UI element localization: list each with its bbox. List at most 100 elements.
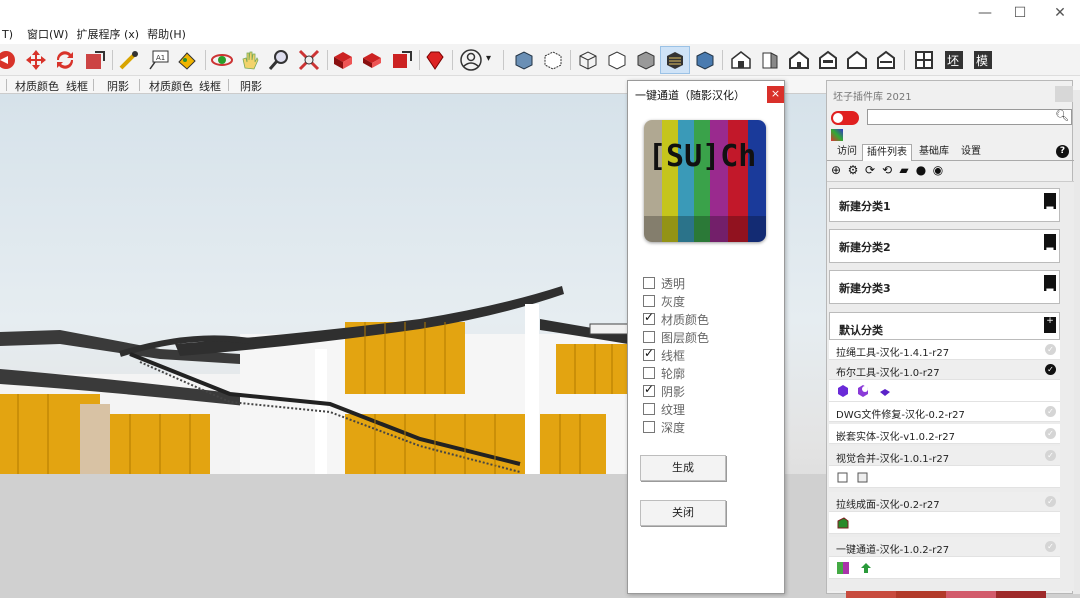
plugin-status-icon[interactable]: ✓	[1045, 406, 1056, 417]
plugin-item[interactable]: DWG文件修复-汉化-0.2-r27 ✓	[829, 402, 1060, 422]
plugin-search-input[interactable]: 🔍︎	[867, 109, 1072, 125]
top-view-icon[interactable]	[758, 48, 782, 72]
hidden-line-style-icon[interactable]	[605, 48, 629, 72]
account-dropdown-arrow-icon[interactable]: ▾	[486, 53, 491, 64]
move-icon[interactable]	[24, 48, 48, 72]
plugin-item[interactable]: 拉线成面-汉化-0.2-r27 ✓	[829, 492, 1060, 512]
close-button[interactable]: 关闭	[640, 500, 726, 526]
help-icon[interactable]: ?	[1056, 145, 1069, 158]
option-checkbox[interactable]	[643, 346, 655, 361]
option-depth[interactable]: 深度	[643, 419, 685, 435]
plugin-status-icon[interactable]: ✓	[1045, 541, 1056, 552]
tab-base-library[interactable]: 基础库	[915, 144, 953, 161]
option-checkbox[interactable]	[643, 277, 655, 289]
green-arrow-icon[interactable]	[859, 561, 873, 575]
panel-scrollbar[interactable]	[1073, 90, 1080, 594]
zoom-icon[interactable]	[267, 48, 291, 72]
account-icon[interactable]	[459, 48, 483, 72]
orbit-icon[interactable]	[210, 48, 234, 72]
tab-plugin-list[interactable]: 插件列表	[862, 144, 912, 161]
menu-window[interactable]: 窗口(W)	[25, 26, 74, 44]
back-view-icon[interactable]	[845, 48, 869, 72]
xray-style-icon[interactable]	[512, 48, 536, 72]
warehouse-icon[interactable]	[331, 48, 355, 72]
visual-merge-icon[interactable]	[836, 470, 850, 484]
shaded-with-textures-icon[interactable]	[663, 48, 687, 72]
close-window-button[interactable]: ✕	[1045, 4, 1075, 22]
follow-me-icon[interactable]	[0, 48, 18, 72]
plugin-status-icon[interactable]: ✓	[1045, 450, 1056, 461]
option-checkbox[interactable]	[643, 295, 655, 307]
option-checkbox[interactable]	[643, 403, 655, 415]
generate-button[interactable]: 生成	[640, 455, 726, 481]
option-grayscale[interactable]: 灰度	[643, 293, 685, 309]
folder-icon[interactable]: ▰	[897, 163, 911, 177]
shaded-style-icon[interactable]	[634, 48, 658, 72]
plugin-item[interactable]: 嵌套实体-汉化-v1.0.2-r27 ✓	[829, 424, 1060, 444]
plugin-item[interactable]: 布尔工具-汉化-1.0-r27 ✓	[829, 360, 1060, 380]
left-view-icon[interactable]	[874, 48, 898, 72]
plugin-item[interactable]: 一键通道-汉化-1.0.2-r27 ✓	[829, 537, 1060, 557]
info-icon[interactable]: ◉	[931, 163, 945, 177]
menu-tools[interactable]: T)	[0, 26, 19, 44]
install-icon[interactable]: ⟲	[880, 163, 894, 177]
option-profile[interactable]: 轮廓	[643, 365, 685, 381]
plugin-toggle-switch[interactable]	[831, 111, 859, 125]
scale-icon[interactable]	[83, 48, 107, 72]
tab-settings[interactable]: 设置	[957, 144, 985, 161]
color-theme-icon[interactable]	[831, 129, 843, 141]
text-label-icon[interactable]: A1	[147, 48, 171, 72]
pan-hand-icon[interactable]	[238, 48, 262, 72]
option-wireframe[interactable]: 线框	[643, 346, 685, 363]
plugin-status-icon[interactable]: ✓	[1045, 344, 1056, 355]
plugin-status-icon[interactable]: ✓	[1045, 364, 1056, 375]
option-layer-color[interactable]: 图层颜色	[643, 329, 709, 345]
refresh-icon[interactable]: ⟳	[863, 163, 877, 177]
plugin-status-icon[interactable]: ✓	[1045, 496, 1056, 507]
pizi-plugin-icon[interactable]: 坯	[942, 48, 966, 72]
plugin-item[interactable]: 视觉合并-汉化-1.0.1-r27 ✓	[829, 446, 1060, 466]
download-icon[interactable]: ●	[914, 163, 928, 177]
menu-extensions[interactable]: 扩展程序 (x)	[74, 26, 145, 44]
boolean-subtract-icon[interactable]	[856, 384, 870, 398]
share-component-icon[interactable]	[390, 48, 414, 72]
tape-measure-icon[interactable]	[117, 48, 141, 72]
monochrome-style-icon[interactable]	[693, 48, 717, 72]
option-checkbox[interactable]	[643, 331, 655, 343]
category-new-1[interactable]: 新建分类1 ▔ ▂	[829, 188, 1060, 222]
search-icon[interactable]: 🔍︎	[1055, 109, 1069, 122]
share-model-icon[interactable]	[360, 48, 384, 72]
maximize-button[interactable]: ☐	[1005, 4, 1035, 22]
option-checkbox[interactable]	[643, 421, 655, 433]
plugin-status-icon[interactable]: ✓	[1045, 428, 1056, 439]
boolean-intersect-icon[interactable]	[878, 384, 892, 398]
zoom-extents-icon[interactable]	[297, 48, 321, 72]
boolean-union-icon[interactable]	[836, 384, 850, 398]
option-material-color[interactable]: 材质颜色	[643, 310, 709, 327]
option-texture[interactable]: 纹理	[643, 401, 685, 417]
option-checkbox[interactable]	[643, 310, 655, 325]
category-new-3[interactable]: 新建分类3 ▔ ▂	[829, 270, 1060, 304]
channel-image-icon[interactable]	[836, 561, 850, 575]
visual-merge-2-icon[interactable]	[856, 470, 870, 484]
paint-bucket-icon[interactable]	[175, 48, 199, 72]
rotate-icon[interactable]	[53, 48, 77, 72]
option-checkbox[interactable]	[643, 367, 655, 379]
wireframe-style-icon[interactable]	[576, 48, 600, 72]
category-collapse-icon[interactable]: ▔ ▂	[1044, 275, 1056, 292]
front-view-icon[interactable]	[787, 48, 811, 72]
option-transparent[interactable]: 透明	[643, 275, 685, 291]
category-expand-icon[interactable]: +	[1044, 317, 1056, 333]
line-to-face-icon[interactable]	[836, 516, 850, 530]
plugin-item[interactable]: 拉绳工具-汉化-1.4.1-r27 ✓	[829, 340, 1060, 360]
iso-view-icon[interactable]	[729, 48, 753, 72]
model-plugin-icon[interactable]: 模	[971, 48, 995, 72]
category-new-2[interactable]: 新建分类2 ▔ ▂	[829, 229, 1060, 263]
right-view-icon[interactable]	[816, 48, 840, 72]
option-checkbox[interactable]	[643, 382, 655, 397]
add-icon[interactable]: ⊕	[829, 163, 843, 177]
category-collapse-icon[interactable]: ▔ ▂	[1044, 193, 1056, 210]
gear-icon[interactable]: ⚙	[846, 163, 860, 177]
extension-warehouse-icon[interactable]	[423, 48, 447, 72]
section-plane-icon[interactable]	[912, 48, 936, 72]
